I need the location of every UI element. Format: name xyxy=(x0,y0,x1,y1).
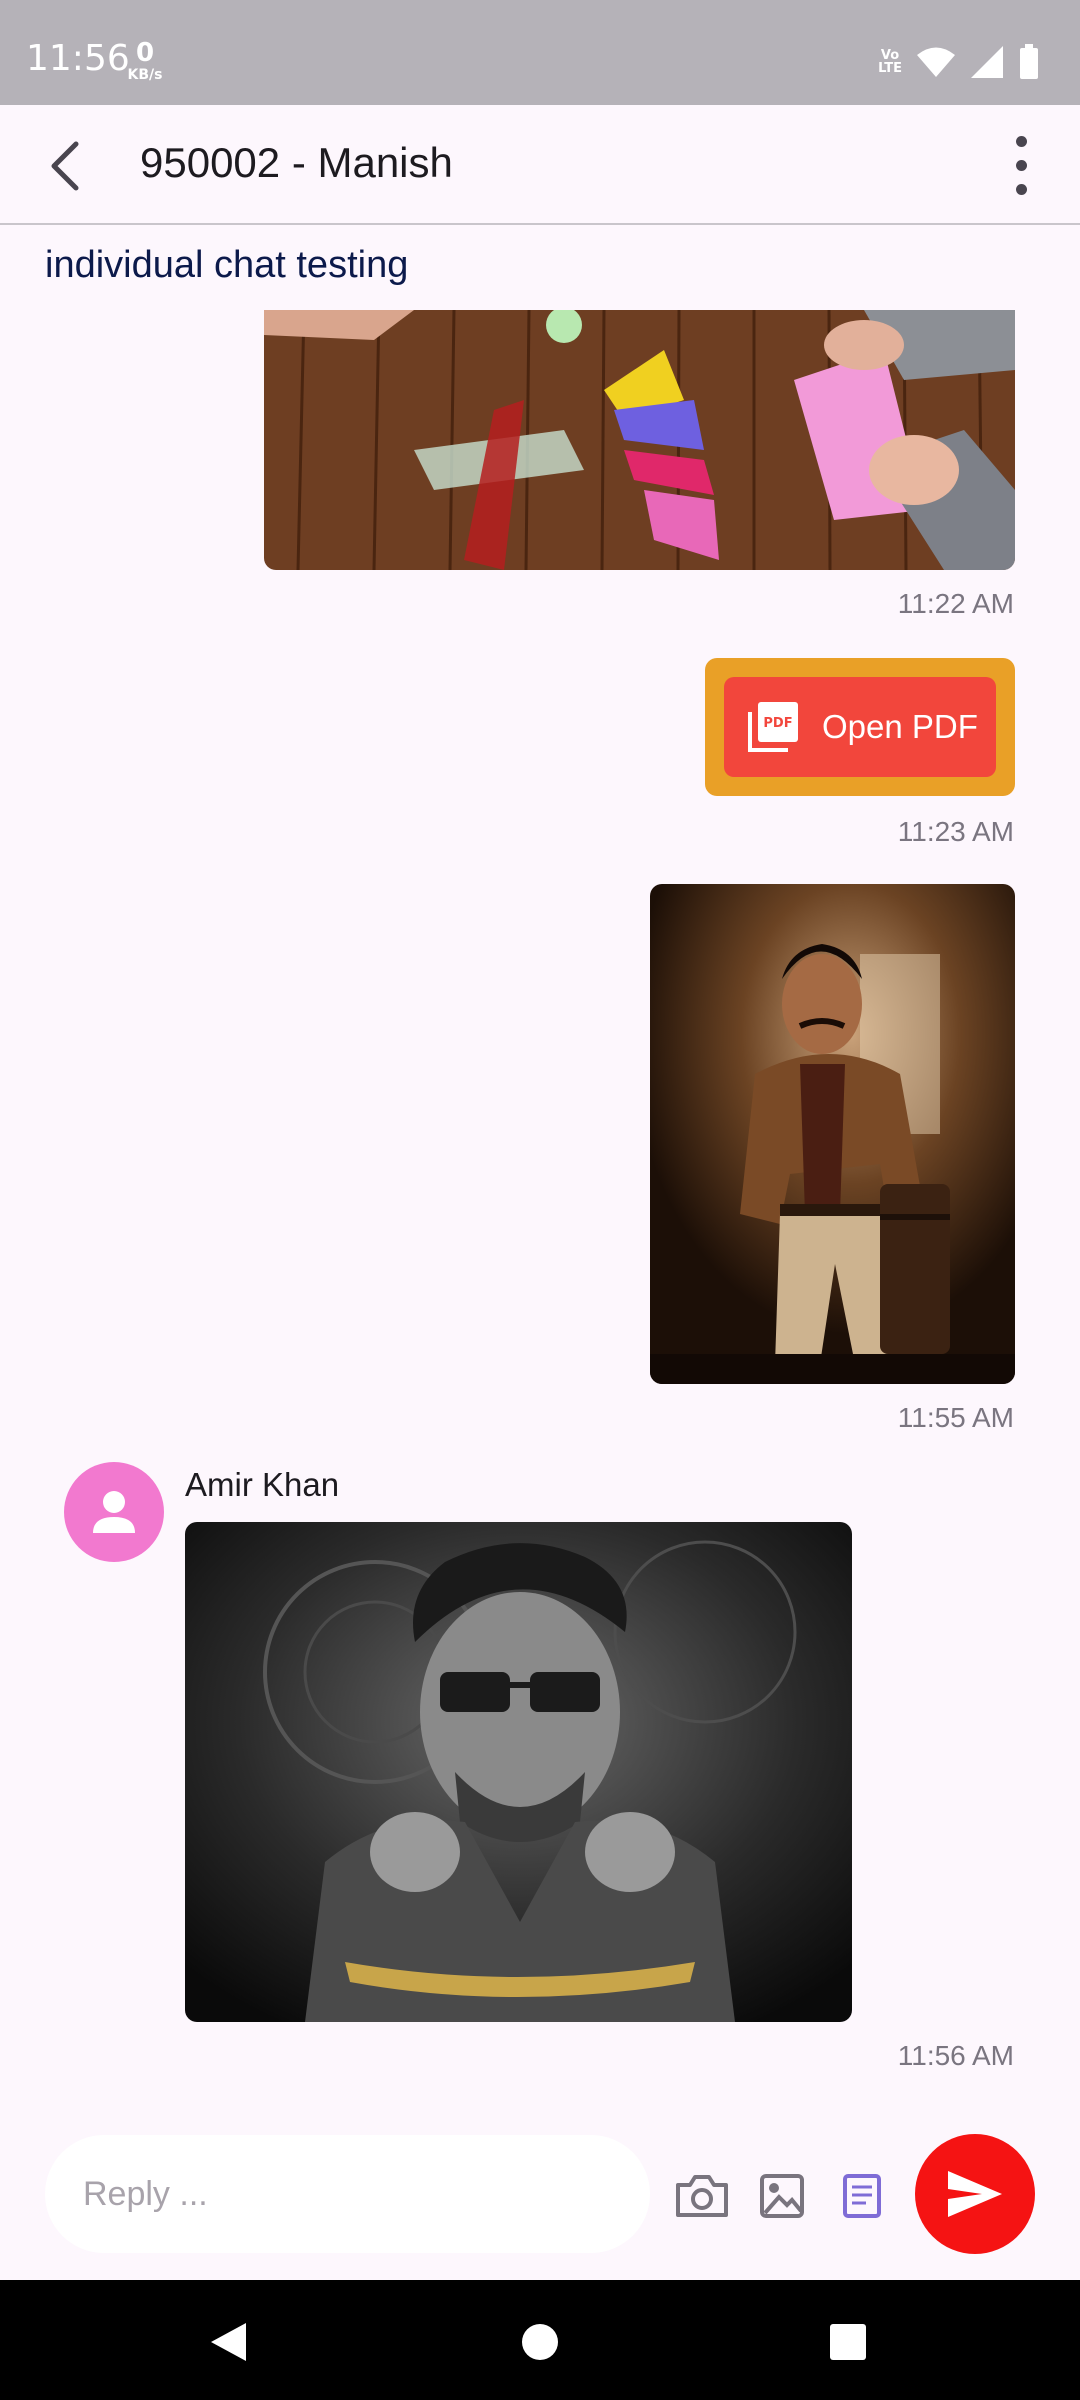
chat-subtitle: individual chat testing xyxy=(45,244,409,286)
document-button[interactable] xyxy=(832,2168,892,2224)
open-pdf-button[interactable]: PDF Open PDF xyxy=(724,677,996,777)
person-icon xyxy=(93,1491,135,1533)
battery-icon xyxy=(1020,44,1038,79)
message-timestamp: 11:55 AM xyxy=(897,1402,1014,1433)
chat-title: 950002 - Manish xyxy=(140,139,453,186)
network-speed: 0 KB/s xyxy=(122,40,168,82)
nav-recents-button[interactable] xyxy=(818,2312,878,2372)
more-vertical-icon xyxy=(1015,135,1027,147)
camera-button[interactable] xyxy=(672,2168,732,2224)
square-recents-icon xyxy=(830,2324,866,2360)
status-bar: 11:56 0 KB/s Vo LTE xyxy=(0,0,1080,105)
cell-signal-icon xyxy=(971,46,1003,78)
nav-back-button[interactable] xyxy=(198,2312,258,2372)
image-icon xyxy=(760,2174,804,2218)
network-speed-value: 0 xyxy=(135,38,155,68)
pdf-icon: PDF xyxy=(748,702,798,752)
wifi-icon xyxy=(917,47,955,77)
message-image[interactable] xyxy=(650,884,1015,1384)
gallery-button[interactable] xyxy=(752,2168,812,2224)
svg-text:PDF: PDF xyxy=(763,716,792,731)
circle-home-icon xyxy=(522,2324,558,2360)
send-icon xyxy=(948,2171,1002,2217)
open-pdf-label: Open PDF xyxy=(822,708,978,745)
chevron-left-icon xyxy=(51,141,79,191)
nav-home-button[interactable] xyxy=(510,2312,570,2372)
send-button[interactable] xyxy=(915,2134,1035,2254)
pdf-message-bubble: PDF Open PDF xyxy=(705,658,1015,796)
back-button[interactable] xyxy=(30,131,100,201)
network-speed-unit: KB/s xyxy=(127,67,163,83)
navigation-bar xyxy=(0,2280,1080,2400)
status-icons: Vo LTE xyxy=(878,40,1040,84)
sender-name: Amir Khan xyxy=(185,1466,340,1503)
triangle-back-icon xyxy=(211,2323,246,2361)
camera-icon xyxy=(676,2175,728,2217)
message-timestamp: 11:22 AM xyxy=(897,588,1014,619)
status-time: 11:56 xyxy=(26,38,130,79)
message-image[interactable] xyxy=(185,1522,852,2022)
document-icon xyxy=(843,2174,881,2218)
reply-input[interactable] xyxy=(45,2135,650,2253)
message-timestamp: 11:56 AM xyxy=(897,2040,1014,2071)
avatar[interactable] xyxy=(64,1462,164,1562)
more-options-button[interactable] xyxy=(986,127,1056,203)
volte-icon: Vo LTE xyxy=(878,48,902,76)
app-bar: 950002 - Manish xyxy=(0,105,1080,225)
message-timestamp: 11:23 AM xyxy=(897,816,1014,847)
message-image[interactable] xyxy=(264,310,1015,570)
